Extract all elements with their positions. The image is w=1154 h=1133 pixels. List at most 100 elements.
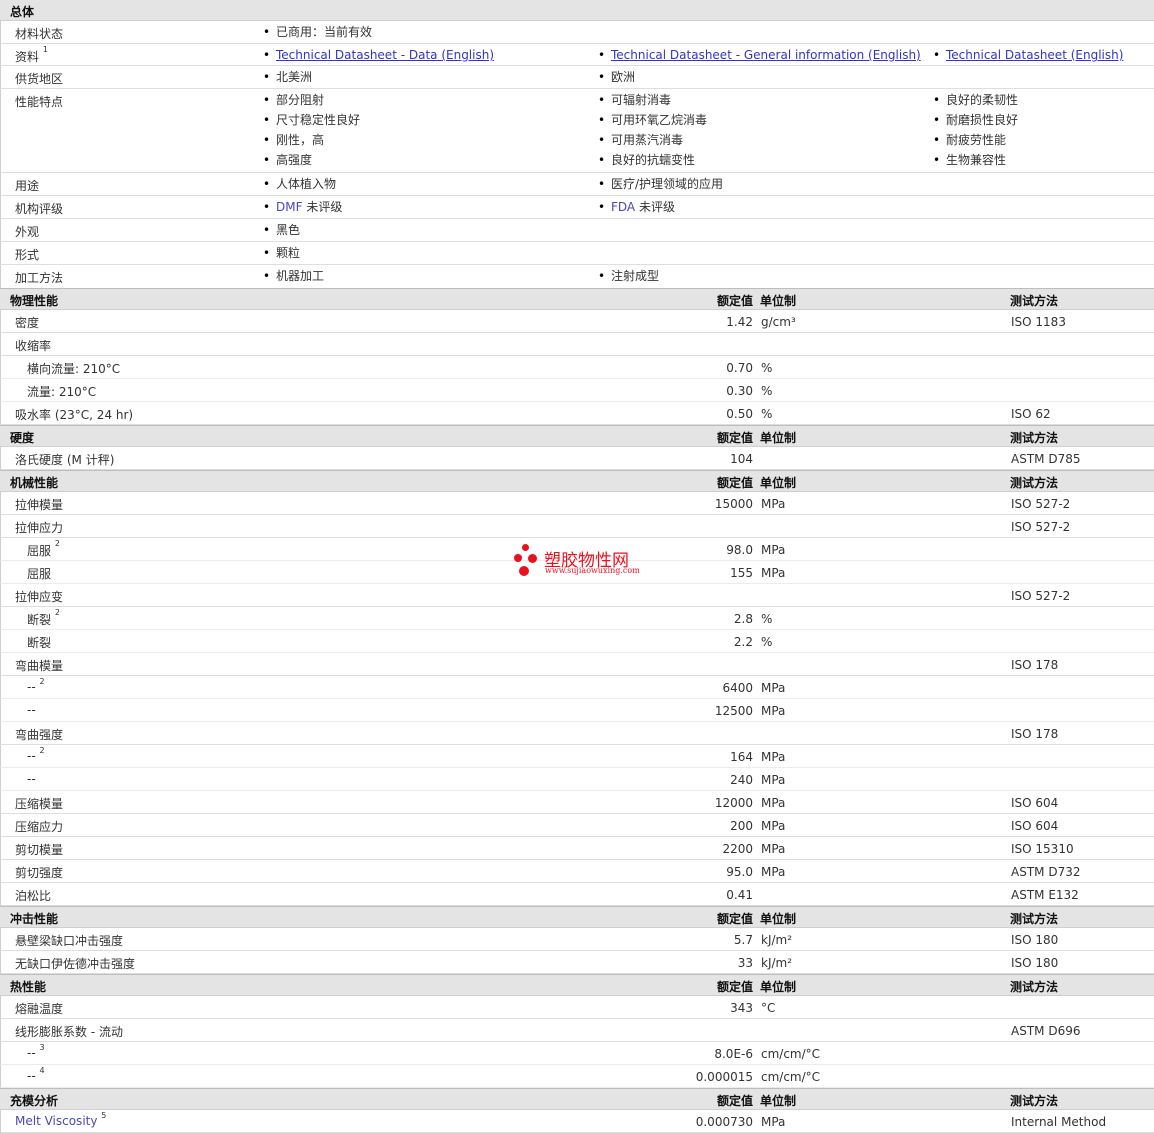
row-value: 8.0E-6 xyxy=(714,1047,753,1061)
row-label: 弯曲模量 xyxy=(15,659,64,673)
row-label: 拉伸模量 xyxy=(15,498,64,512)
section-mechanical-header: 机械性能 额定值 单位制 测试方法 xyxy=(0,470,1154,492)
row-test-method: ISO 178 xyxy=(1011,727,1059,741)
row-label: 横向流量: 210°C xyxy=(27,362,121,376)
table-row: 密度 1.42 g/cm³ ISO 1183 xyxy=(0,310,1154,333)
row-test-method: ISO 1183 xyxy=(1011,315,1066,329)
column-header-value: 额定值 xyxy=(716,294,753,308)
row-label: -- 4 xyxy=(27,1066,45,1083)
row-unit: MPa xyxy=(761,566,786,580)
table-row: 洛氏硬度 (M 计秤) 104 ASTM D785 xyxy=(0,447,1154,470)
list-item: DMF 未评级 xyxy=(263,197,342,217)
row-label: 资料 1 xyxy=(15,45,48,64)
row-test-method: ISO 180 xyxy=(1011,956,1059,970)
datasheet-link-data[interactable]: Technical Datasheet - Data (English) xyxy=(276,48,494,62)
column-header-method: 测试方法 xyxy=(1010,1094,1059,1108)
row-label: 压缩模量 xyxy=(15,797,64,811)
table-row: 泊松比 0.41 ASTM E132 xyxy=(0,883,1154,906)
row-label: 屈服 2 xyxy=(27,539,60,558)
row-test-method: ASTM E132 xyxy=(1011,888,1079,902)
list-item: 已商用：当前有效 xyxy=(263,22,372,42)
row-unit: % xyxy=(761,361,773,375)
row-test-method: ASTM D696 xyxy=(1011,1024,1081,1038)
list-item: 可用蒸汽消毒 xyxy=(598,130,707,150)
row-label: 泊松比 xyxy=(15,889,52,903)
table-row: 无缺口伊佐德冲击强度 33 kJ/m² ISO 180 xyxy=(0,951,1154,974)
watermark-logo: 塑胶物性网 www.sujiaowuxing.com xyxy=(514,544,644,578)
row-unit: MPa xyxy=(761,773,786,787)
row-unit: cm/cm/°C xyxy=(761,1047,821,1061)
section-title: 总体 xyxy=(10,5,35,19)
row-unit: g/cm³ xyxy=(761,315,796,329)
table-row: 流量: 210°C 0.30% xyxy=(0,379,1154,402)
section-general-header: 总体 xyxy=(0,0,1154,21)
table-row: -- 3 8.0E-6 cm/cm/°C xyxy=(0,1042,1154,1065)
row-label: 熔融温度 xyxy=(15,1002,64,1016)
column-header-value: 额定值 xyxy=(716,476,753,490)
footnote-ref: 2 xyxy=(39,746,45,755)
row-unit: MPa xyxy=(761,865,786,879)
footnote-ref: 2 xyxy=(39,677,45,686)
row-test-method: ASTM D732 xyxy=(1011,865,1081,879)
datasheet-link-general-info[interactable]: Technical Datasheet - General informatio… xyxy=(611,48,921,62)
column-header-value: 额定值 xyxy=(716,912,753,926)
row-label: 吸水率 (23°C, 24 hr) xyxy=(15,408,134,422)
row-value: 2.8 xyxy=(733,612,753,626)
row-test-method: Internal Method xyxy=(1011,1115,1107,1129)
general-row-region: 供货地区 北美洲 欧洲 xyxy=(0,66,1154,89)
row-value: 2200 xyxy=(722,842,753,856)
row-label: 外观 xyxy=(15,225,40,239)
row-test-method: ISO 180 xyxy=(1011,933,1059,947)
row-label: 无缺口伊佐德冲击强度 xyxy=(15,957,136,971)
row-value: 0.000015 xyxy=(695,1070,753,1084)
list-item: 机器加工 xyxy=(263,266,324,286)
table-row: 熔融温度 343 °C xyxy=(0,996,1154,1019)
row-value: 6400 xyxy=(722,681,753,695)
row-label: 供货地区 xyxy=(15,72,64,86)
table-row: 断裂 2 2.8% xyxy=(0,607,1154,630)
row-label: 用途 xyxy=(15,179,40,193)
table-row: 压缩模量 12000 MPa ISO 604 xyxy=(0,791,1154,814)
row-test-method: ISO 527-2 xyxy=(1011,589,1071,603)
datasheet-link-english[interactable]: Technical Datasheet (English) xyxy=(946,48,1123,62)
list-item: FDA 未评级 xyxy=(598,197,675,217)
general-row-appearance: 外观 黑色 xyxy=(0,219,1154,242)
section-title: 充模分析 xyxy=(10,1094,59,1108)
row-label: 剪切强度 xyxy=(15,866,64,880)
list-item: 人体植入物 xyxy=(263,174,336,194)
row-label: -- xyxy=(27,772,36,786)
row-test-method: ISO 527-2 xyxy=(1011,520,1071,534)
row-label: 压缩应力 xyxy=(15,820,64,834)
row-label: -- 3 xyxy=(27,1043,45,1060)
row-value: 98.0 xyxy=(726,543,753,557)
section-title: 热性能 xyxy=(10,980,47,994)
column-header-value: 额定值 xyxy=(716,980,753,994)
row-value: 200 xyxy=(730,819,753,833)
row-unit: MPa xyxy=(761,704,786,718)
row-unit: MPa xyxy=(761,1115,786,1129)
table-row: 横向流量: 210°C 0.70% xyxy=(0,356,1154,379)
column-header-method: 测试方法 xyxy=(1010,294,1059,308)
list-item: 部分阻射 xyxy=(263,90,360,110)
general-row-processing: 加工方法 机器加工 注射成型 xyxy=(0,265,1154,288)
row-label: 断裂 xyxy=(27,636,52,650)
column-header-unit: 单位制 xyxy=(760,294,797,308)
row-test-method: ISO 62 xyxy=(1011,407,1051,421)
row-unit: MPa xyxy=(761,681,786,695)
row-value: 0.000730 xyxy=(695,1115,753,1129)
section-title: 冲击性能 xyxy=(10,912,59,926)
table-row: 断裂 2.2% xyxy=(0,630,1154,653)
row-unit: kJ/m² xyxy=(761,933,793,947)
row-value: 5.7 xyxy=(733,933,753,947)
general-row-rating: 机构评级 DMF 未评级 FDA 未评级 xyxy=(0,196,1154,219)
row-unit: MPa xyxy=(761,543,786,557)
row-label: 悬壁梁缺口冲击强度 xyxy=(15,934,124,948)
row-test-method: ISO 604 xyxy=(1011,819,1059,833)
row-value: 0.50 xyxy=(726,407,753,421)
table-row: -- 4 0.000015 cm/cm/°C xyxy=(0,1065,1154,1088)
table-row: 压缩应力 200 MPa ISO 604 xyxy=(0,814,1154,837)
column-header-method: 测试方法 xyxy=(1010,980,1059,994)
row-label: 屈服 xyxy=(27,567,52,581)
row-value: 2.2 xyxy=(733,635,753,649)
table-row: 吸水率 (23°C, 24 hr) 0.50% ISO 62 xyxy=(0,402,1154,425)
